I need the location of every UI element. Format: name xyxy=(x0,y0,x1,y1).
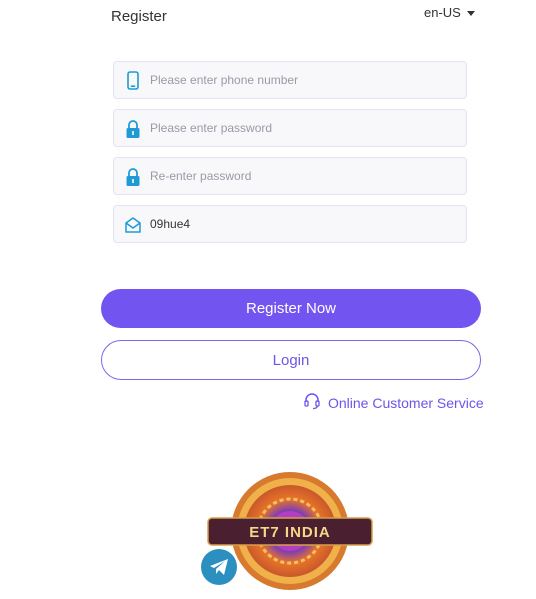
invite-code-input[interactable] xyxy=(150,206,450,242)
paper-plane-icon xyxy=(210,559,228,575)
phone-input[interactable] xyxy=(150,62,450,98)
reenter-password-field[interactable] xyxy=(113,157,467,195)
password-input[interactable] xyxy=(150,110,450,146)
mail-icon xyxy=(124,215,142,235)
telegram-button[interactable] xyxy=(201,549,237,585)
invite-code-field[interactable] xyxy=(113,205,467,243)
phone-icon xyxy=(124,71,142,91)
page-title: Register xyxy=(111,8,167,25)
lock-icon xyxy=(124,119,142,139)
password-field[interactable] xyxy=(113,109,467,147)
headset-icon xyxy=(303,392,321,413)
language-selector[interactable]: en-US xyxy=(424,5,475,20)
phone-field[interactable] xyxy=(113,61,467,99)
language-label: en-US xyxy=(424,5,461,20)
lock-icon xyxy=(124,167,142,187)
caret-down-icon xyxy=(466,10,475,16)
service-label: Online Customer Service xyxy=(328,394,484,411)
register-now-button[interactable]: Register Now xyxy=(101,289,481,328)
brand-logo-text: ET7 INDIA xyxy=(249,524,331,541)
online-customer-service-link[interactable]: Online Customer Service xyxy=(303,392,484,413)
login-button[interactable]: Login xyxy=(101,340,481,380)
reenter-password-input[interactable] xyxy=(150,158,450,194)
